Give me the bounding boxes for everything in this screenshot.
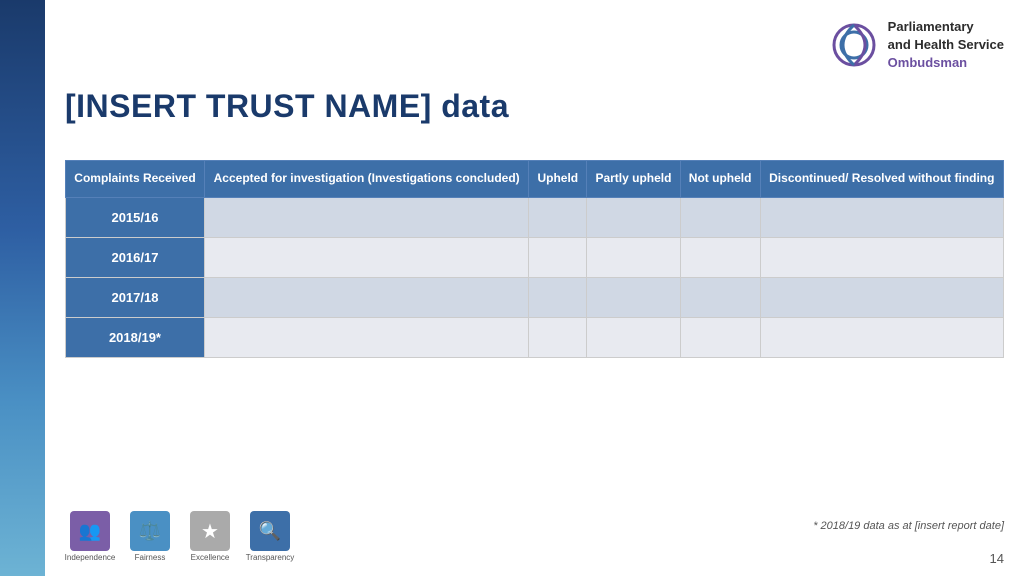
icon-independence: 👥 Independence	[65, 511, 115, 562]
col-header-upheld: Upheld	[529, 161, 587, 198]
row-2016-c4	[680, 237, 760, 277]
table-row: 2018/19*	[66, 317, 1004, 357]
row-2015-c4	[680, 197, 760, 237]
row-year-2016: 2016/17	[66, 237, 205, 277]
row-year-2018: 2018/19*	[66, 317, 205, 357]
main-content: Complaints Received Accepted for investi…	[65, 160, 1004, 358]
excellence-icon: ★	[201, 519, 219, 544]
row-year-2017: 2017/18	[66, 277, 205, 317]
independence-icon-box: 👥	[70, 511, 110, 551]
logo-text: Parliamentary and Health Service Ombudsm…	[888, 18, 1004, 73]
row-2018-c4	[680, 317, 760, 357]
row-2016-c2	[529, 237, 587, 277]
transparency-icon: 🔍	[259, 521, 281, 542]
fairness-icon: ⚖️	[139, 521, 161, 542]
logo-icon	[830, 21, 878, 69]
excellence-icon-box: ★	[190, 511, 230, 551]
col-header-discontinued: Discontinued/ Resolved without finding	[760, 161, 1003, 198]
row-2018-c3	[587, 317, 680, 357]
transparency-label: Transparency	[246, 553, 295, 562]
transparency-icon-box: 🔍	[250, 511, 290, 551]
independence-label: Independence	[65, 553, 116, 562]
row-2015-c3	[587, 197, 680, 237]
row-2017-c2	[529, 277, 587, 317]
row-2018-c2	[529, 317, 587, 357]
icon-transparency: 🔍 Transparency	[245, 511, 295, 562]
logo-area: Parliamentary and Health Service Ombudsm…	[830, 18, 1004, 73]
independence-icon: 👥	[79, 521, 101, 542]
left-accent-bar	[0, 0, 45, 576]
col-header-complaints: Complaints Received	[66, 161, 205, 198]
row-2018-c1	[204, 317, 528, 357]
row-2015-c2	[529, 197, 587, 237]
page-title: [INSERT TRUST NAME] data	[65, 88, 509, 125]
page-number: 14	[990, 551, 1004, 566]
col-header-accepted: Accepted for investigation (Investigatio…	[204, 161, 528, 198]
row-2015-c1	[204, 197, 528, 237]
col-header-partly-upheld: Partly upheld	[587, 161, 680, 198]
bottom-icons: 👥 Independence ⚖️ Fairness ★ Excellence …	[65, 511, 295, 562]
table-row: 2016/17	[66, 237, 1004, 277]
table-row: 2017/18	[66, 277, 1004, 317]
row-year-2015: 2015/16	[66, 197, 205, 237]
row-2017-c5	[760, 277, 1003, 317]
row-2015-c5	[760, 197, 1003, 237]
row-2016-c1	[204, 237, 528, 277]
row-2017-c3	[587, 277, 680, 317]
row-2016-c5	[760, 237, 1003, 277]
icon-fairness: ⚖️ Fairness	[125, 511, 175, 562]
data-table: Complaints Received Accepted for investi…	[65, 160, 1004, 358]
excellence-label: Excellence	[191, 553, 230, 562]
fairness-label: Fairness	[135, 553, 166, 562]
row-2017-c4	[680, 277, 760, 317]
row-2018-c5	[760, 317, 1003, 357]
table-row: 2015/16	[66, 197, 1004, 237]
icon-excellence: ★ Excellence	[185, 511, 235, 562]
footer-note: * 2018/19 data as at [insert report date…	[813, 520, 1004, 532]
row-2017-c1	[204, 277, 528, 317]
fairness-icon-box: ⚖️	[130, 511, 170, 551]
col-header-not-upheld: Not upheld	[680, 161, 760, 198]
row-2016-c3	[587, 237, 680, 277]
